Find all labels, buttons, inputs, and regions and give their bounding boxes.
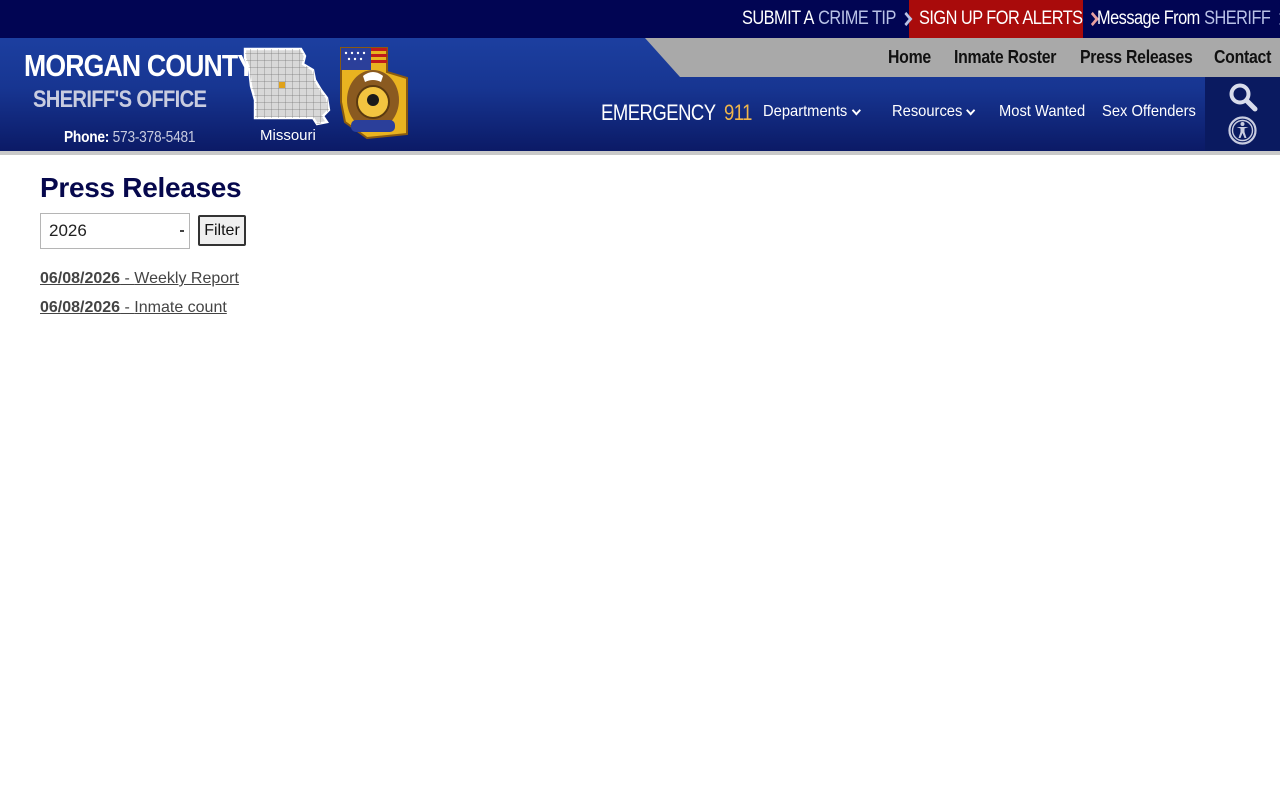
chevron-right-icon xyxy=(900,11,913,27)
release-date: 06/08/2026 xyxy=(40,299,121,316)
map-label: Missouri xyxy=(260,127,316,144)
nav-home[interactable]: Home xyxy=(888,38,931,77)
page-title: Press Releases xyxy=(40,172,242,203)
release-title: Weekly Report xyxy=(134,270,239,287)
nav-sex-offenders-label: Sex Offenders xyxy=(1102,103,1196,120)
phone-number: 573-378-5481 xyxy=(112,129,196,146)
emergency-911: 911 xyxy=(723,100,752,125)
site-subtitle: SHERIFF'S OFFICE xyxy=(33,86,207,113)
nav-resources[interactable]: Resources xyxy=(892,103,976,121)
accessibility-icon[interactable] xyxy=(1228,116,1257,145)
release-title: Inmate count xyxy=(134,299,227,316)
filter-button[interactable]: Filter xyxy=(198,215,246,246)
chevron-right-icon xyxy=(1274,11,1280,27)
chevron-down-icon xyxy=(966,105,976,115)
sheriff-message-link[interactable]: Message From SHERIFF xyxy=(1097,0,1280,38)
nav-departments-label: Departments xyxy=(763,103,848,120)
year-select-value: 2026 xyxy=(49,221,87,240)
nav-departments[interactable]: Departments xyxy=(763,103,861,121)
crime-tip-prefix: SUBMIT A xyxy=(742,8,814,29)
alerts-signup-link[interactable]: SIGN UP FOR ALERTS xyxy=(919,0,1101,38)
press-release-link[interactable]: 06/08/2026 - Inmate count xyxy=(40,299,227,317)
missouri-map-icon xyxy=(243,47,331,126)
emergency-label: EMERGENCY xyxy=(601,100,716,125)
nav-inmate-roster[interactable]: Inmate Roster xyxy=(954,38,1056,77)
emergency-number: EMERGENCY 911 xyxy=(601,100,752,126)
crime-tip-highlight: CRIME TIP xyxy=(818,8,896,29)
phone-label: Phone: xyxy=(64,129,110,146)
chevron-down-icon xyxy=(851,105,861,115)
header-phone: Phone: 573-378-5481 xyxy=(64,129,196,147)
release-date: 06/08/2026 xyxy=(40,270,121,287)
sheriff-badge-logo xyxy=(340,47,408,140)
site-title[interactable]: MORGAN COUNTY xyxy=(24,48,255,84)
year-select[interactable]: 2026 xyxy=(40,213,190,249)
nav-contact[interactable]: Contact xyxy=(1214,38,1271,77)
search-icon[interactable] xyxy=(1228,82,1258,112)
nav-resources-label: Resources xyxy=(892,103,963,120)
sheriff-message-highlight: SHERIFF xyxy=(1204,8,1271,29)
header-divider xyxy=(0,151,1280,155)
crime-tip-link[interactable]: SUBMIT A CRIME TIP xyxy=(742,0,914,38)
dropdown-arrow-icon xyxy=(180,230,184,232)
nav-most-wanted-label: Most Wanted xyxy=(999,103,1086,120)
nav-sex-offenders[interactable]: Sex Offenders xyxy=(1102,103,1196,121)
nav-press-releases[interactable]: Press Releases xyxy=(1080,38,1193,77)
press-release-link[interactable]: 06/08/2026 - Weekly Report xyxy=(40,270,239,288)
sheriff-message-prefix: Message From xyxy=(1097,8,1200,29)
alerts-label: SIGN UP FOR ALERTS xyxy=(919,8,1083,29)
nav-most-wanted[interactable]: Most Wanted xyxy=(999,103,1085,121)
